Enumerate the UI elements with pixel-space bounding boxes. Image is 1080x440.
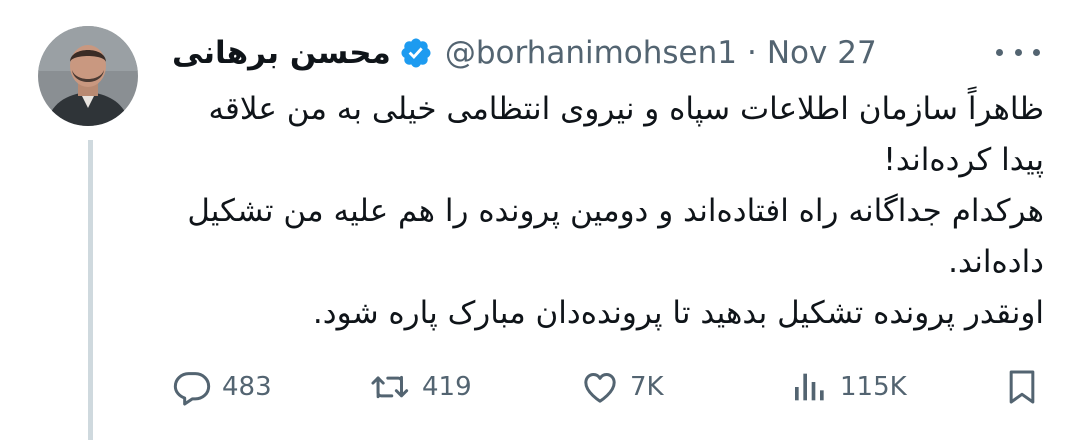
like-count: 7K [630, 372, 664, 402]
views-button[interactable]: 115K [790, 362, 907, 412]
reply-count: 483 [222, 372, 272, 402]
reply-icon [173, 372, 211, 406]
tweet-date[interactable]: Nov 27 [767, 35, 877, 71]
tweet-header: محسن برهانی @borhanimohsen1 · Nov 27 [172, 28, 912, 78]
author-display-name[interactable]: محسن برهانی [172, 35, 391, 71]
tweet-text: ظاهراً سازمان اطلاعات سپاه و نیروی انتظا… [172, 84, 1044, 339]
tweet-text-line: داده‌اند. [948, 244, 1044, 280]
header-separator: · [747, 35, 757, 71]
retweet-icon [371, 375, 409, 399]
views-chart-icon [795, 373, 824, 401]
more-options-icon[interactable] [996, 40, 1040, 64]
author-handle[interactable]: @borhanimohsen1 [445, 35, 737, 71]
tweet-text-line: اونقدر پرونده تشکیل بدهید تا پرونده‌دان … [312, 295, 1044, 331]
heart-icon [584, 373, 616, 403]
thread-connector-line [88, 140, 93, 440]
like-button[interactable]: 7K [580, 362, 664, 412]
tweet-text-line: هرکدام جداگانه راه افتاده‌اند و دومین پر… [187, 193, 1044, 229]
tweet-text-line: ظاهراً سازمان اطلاعات سپاه و نیروی انتظا… [208, 91, 1044, 127]
tweet-text-line: پیدا کرده‌اند! [883, 142, 1044, 178]
tweet-actions-bar: 483 419 7K 115K [172, 362, 1044, 412]
avatar-photo-icon [38, 26, 138, 126]
verified-badge-icon [399, 36, 433, 70]
bookmark-icon [1009, 370, 1035, 404]
bookmark-button[interactable] [1002, 362, 1052, 412]
retweet-button[interactable]: 419 [370, 362, 472, 412]
views-count: 115K [840, 372, 907, 402]
retweet-count: 419 [422, 372, 472, 402]
avatar[interactable] [38, 26, 138, 126]
reply-button[interactable]: 483 [172, 362, 272, 412]
